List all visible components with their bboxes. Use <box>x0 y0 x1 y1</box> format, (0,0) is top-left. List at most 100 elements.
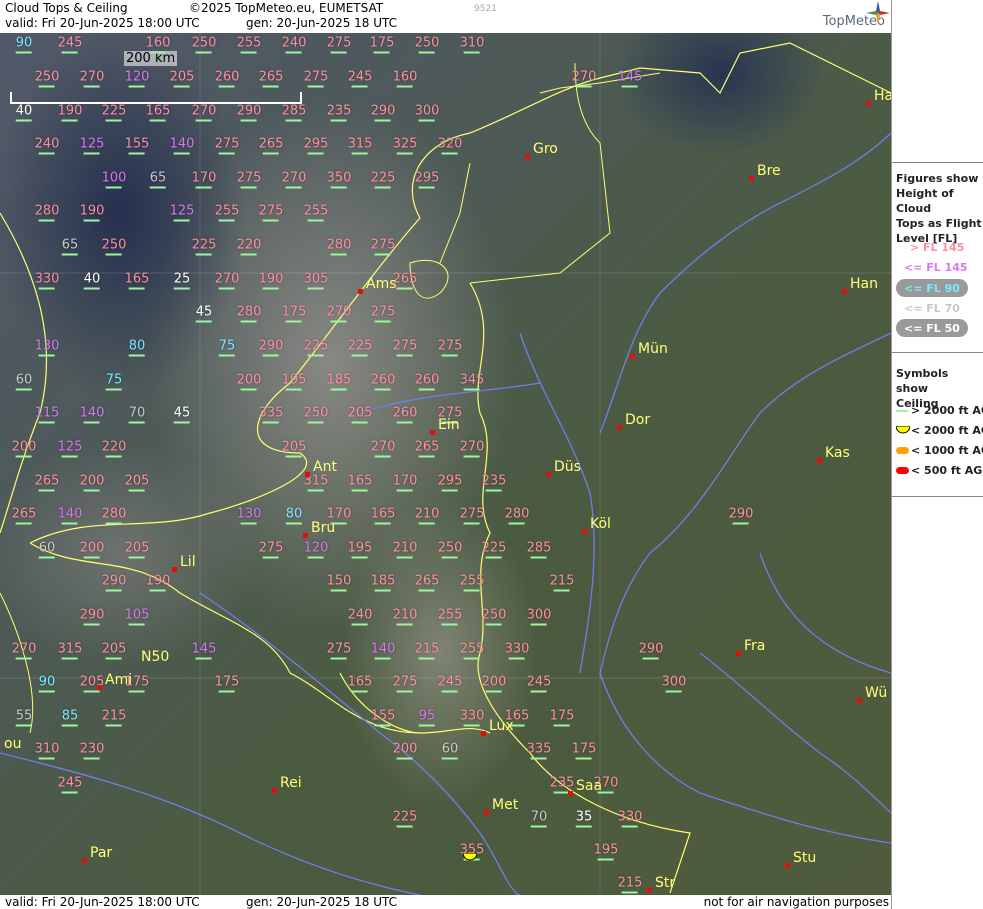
flight-level-label: 105 <box>124 607 150 623</box>
city-name: Saa <box>576 778 603 794</box>
flight-level-label: 170 <box>191 170 217 186</box>
flight-level-label: 330 <box>34 271 60 287</box>
flight-level-label: 115 <box>34 405 60 421</box>
flight-level-label: 80 <box>285 506 303 522</box>
flight-level-label: 255 <box>236 35 262 51</box>
line-symbol-icon <box>896 410 908 412</box>
flight-level-label: 305 <box>303 271 329 287</box>
city-dot-icon <box>272 788 277 793</box>
city-dot-icon <box>481 731 486 736</box>
city-dot-icon <box>305 472 310 477</box>
flight-level-label: 205 <box>124 540 150 556</box>
flight-level-label: 325 <box>392 136 418 152</box>
flight-level-label: 65 <box>61 237 79 253</box>
city-dot-icon <box>525 154 530 159</box>
flight-level-label: 175 <box>571 741 597 757</box>
flight-level-label: 125 <box>57 439 83 455</box>
flight-level-label: 45 <box>195 304 213 320</box>
flight-level-label: 160 <box>392 69 418 85</box>
flight-level-label: 140 <box>79 405 105 421</box>
flight-level-label: 225 <box>303 338 329 354</box>
flight-level-label: 250 <box>191 35 217 51</box>
city-dot-icon <box>785 863 790 868</box>
flight-level-label: 290 <box>236 103 262 119</box>
city-name: Dor <box>625 412 651 428</box>
flight-level-label: 350 <box>326 170 352 186</box>
satellite-map[interactable]: 200 km 90 245 160 250 255 240 275 175 250 310 250 2… <box>0 33 891 895</box>
footer-disclaimer: not for air navigation purposes <box>703 895 889 909</box>
flight-level-label: 295 <box>303 136 329 152</box>
flight-level-label: 275 <box>258 203 284 219</box>
flight-level-label: 195 <box>281 372 307 388</box>
city-name: Rei <box>280 775 302 791</box>
city-name: Bre <box>757 163 781 179</box>
flight-level-label: 250 <box>437 540 463 556</box>
flight-level-label: 25 <box>173 271 191 287</box>
flight-level-label: 245 <box>437 674 463 690</box>
flight-level-label: 165 <box>124 271 150 287</box>
city-dot-icon <box>546 472 551 477</box>
flight-level-label: 250 <box>414 35 440 51</box>
flight-level-label: 260 <box>414 372 440 388</box>
flight-level-label: 215 <box>101 708 127 724</box>
legend-fl-70: <= FL 70 <box>904 302 960 315</box>
flight-level-label: 165 <box>145 103 171 119</box>
legend-ceiling-below-500: < 500 ft AGL <box>911 464 983 477</box>
flight-level-label: 205 <box>101 641 127 657</box>
flight-level-label: 70 <box>128 405 146 421</box>
flight-level-label: 270 <box>571 69 597 85</box>
flight-level-label: 210 <box>392 607 418 623</box>
flight-level-label: 275 <box>258 540 284 556</box>
city-dot-icon <box>866 101 871 106</box>
flight-level-label: 295 <box>414 170 440 186</box>
flight-level-label: 215 <box>617 875 643 891</box>
flight-level-label: 190 <box>145 573 171 589</box>
flight-level-label: 220 <box>236 237 262 253</box>
legend-title-line: Height of Cloud <box>896 187 954 215</box>
flight-level-label: 90 <box>15 35 33 51</box>
legend-fl-above-145: > FL 145 <box>910 241 965 254</box>
flight-level-label: 200 <box>79 540 105 556</box>
flight-level-label: 310 <box>459 35 485 51</box>
flight-level-label: 160 <box>145 35 171 51</box>
flight-level-label: 315 <box>57 641 83 657</box>
flight-level-label: 265 <box>258 69 284 85</box>
city-name: N50 <box>141 649 170 665</box>
flight-level-label: 60 <box>38 540 56 556</box>
flight-level-label: 270 <box>11 641 37 657</box>
flight-level-label: 265 <box>258 136 284 152</box>
flight-level-label: 290 <box>258 338 284 354</box>
flight-level-label: 330 <box>504 641 530 657</box>
flight-level-label: 250 <box>34 69 60 85</box>
city-dot-icon <box>842 289 847 294</box>
city-name: Lil <box>180 554 196 570</box>
flight-level-label: 270 <box>281 170 307 186</box>
flight-level-label: 260 <box>392 405 418 421</box>
flight-level-label: 40 <box>83 271 101 287</box>
city-name: Ein <box>438 417 460 433</box>
flight-level-label: 200 <box>11 439 37 455</box>
flight-level-label: 330 <box>617 809 643 825</box>
footer-generated-time: gen: 20-Jun-2025 18 UTC <box>246 895 398 909</box>
city-name: Fra <box>744 638 766 654</box>
flight-level-label: 255 <box>459 641 485 657</box>
flight-level-label: 225 <box>191 237 217 253</box>
flight-level-label: 310 <box>34 741 60 757</box>
flight-level-label: 250 <box>303 405 329 421</box>
city-dot-icon <box>647 888 652 893</box>
city-name: Kas <box>825 445 850 461</box>
flight-level-label: 130 <box>236 506 262 522</box>
flight-level-label: 250 <box>481 607 507 623</box>
city-name: Str <box>655 875 676 891</box>
flight-level-label: 40 <box>15 103 33 119</box>
flight-level-label: 285 <box>526 540 552 556</box>
scale-bar <box>10 92 302 104</box>
legend-fl-145: <= FL 145 <box>904 261 968 274</box>
flight-level-label: 200 <box>79 473 105 489</box>
flight-level-label: 85 <box>61 708 79 724</box>
flight-level-label: 120 <box>303 540 329 556</box>
city-name: Gro <box>533 141 558 157</box>
red-pill-symbol-icon <box>896 467 909 474</box>
flight-level-label: 90 <box>38 674 56 690</box>
flight-level-label: 210 <box>392 540 418 556</box>
